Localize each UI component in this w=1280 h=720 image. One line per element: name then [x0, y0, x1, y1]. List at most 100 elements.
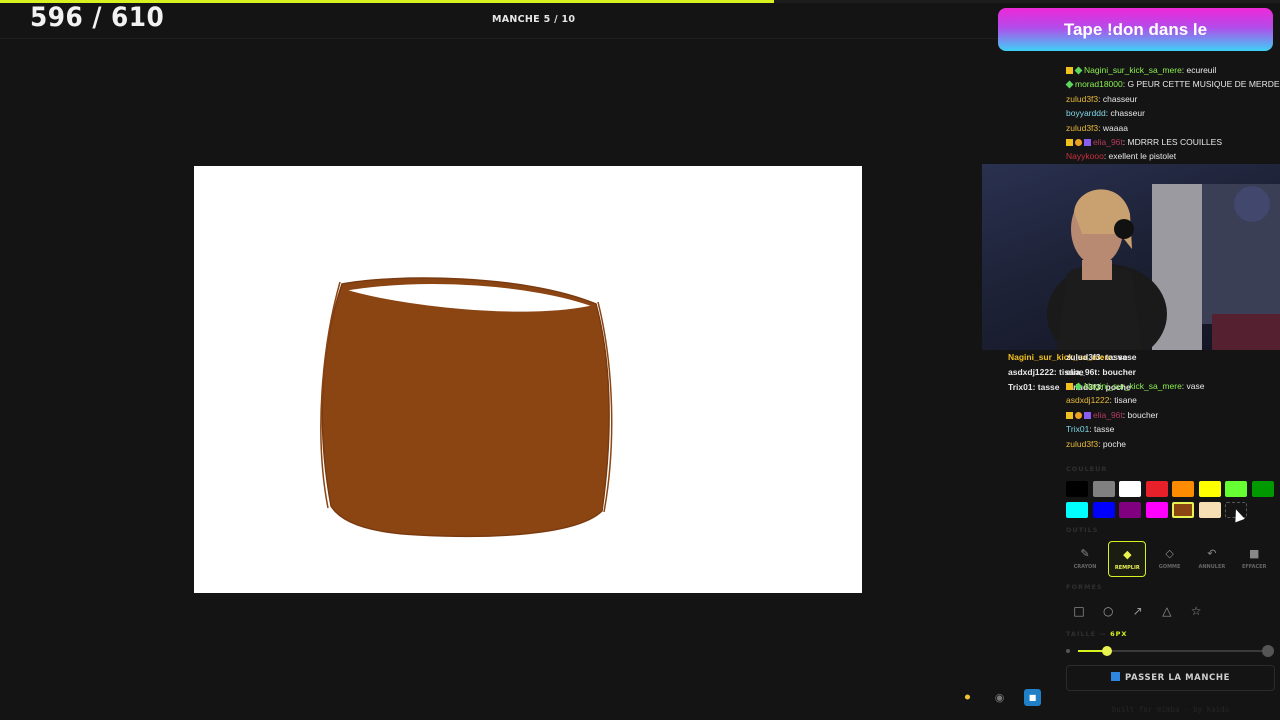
chat-text: boucher: [1127, 409, 1159, 420]
chat-message: Nagini_sur_kick_sa_mere: ecureuil: [1066, 63, 1280, 77]
cube-badge-icon: [1084, 411, 1091, 419]
stream-icon[interactable]: ■: [1024, 689, 1041, 706]
chat-text: poche: [1102, 438, 1127, 449]
size-slider[interactable]: [1066, 642, 1275, 660]
color-swatch[interactable]: [1198, 481, 1221, 497]
chat-text: ecureuil: [1186, 65, 1217, 75]
size-slider-thumb[interactable]: [1102, 646, 1113, 656]
chat-username: zulud3f3: [1066, 438, 1099, 449]
drawing-canvas[interactable]: [194, 166, 862, 593]
chat-text: tisane: [1114, 395, 1137, 406]
chat-message: elia_96t: MDRRR LES COUILLES: [1066, 135, 1280, 149]
score-counter: 596 / 610: [30, 2, 165, 33]
chat-message: asdxdj1222: tisane: [1066, 395, 1137, 406]
color-swatch[interactable]: [1066, 481, 1088, 497]
chat-message: elia_96t: boucher: [1066, 408, 1280, 422]
tool-eraser-button[interactable]: ◇ GOMME: [1151, 541, 1189, 577]
pass-round-icon: [1110, 672, 1120, 681]
tool-label: REMPLIR: [1114, 565, 1140, 571]
donation-banner-text: Tape !don dans le: [1063, 19, 1208, 39]
color-swatch[interactable]: [1145, 481, 1168, 497]
chat-text: tasse: [1094, 424, 1115, 435]
size-slider-min-dot: [1066, 649, 1070, 653]
arrow-shape-icon[interactable]: ↗: [1129, 602, 1147, 620]
chat-username: Nagini_sur_kick_sa_mere: [1084, 65, 1182, 75]
chat-username: elia_96t: [1093, 137, 1123, 148]
color-swatch[interactable]: [1092, 481, 1115, 497]
tool-pencil-button[interactable]: ✎ CRAYON: [1066, 541, 1104, 577]
crown-badge-icon: [1066, 383, 1073, 390]
size-value: 6PX: [1110, 630, 1128, 638]
overlay-chat-message: elia_96t: boucher: [1066, 365, 1136, 380]
ellipse-shape-icon[interactable]: ○: [1099, 602, 1117, 620]
color-swatch[interactable]: [1172, 481, 1194, 497]
star-shape-icon[interactable]: ☆: [1187, 602, 1205, 620]
chat-username: Nagini_sur_kick_sa_mere: [1084, 381, 1182, 391]
overlay-chat-username: asdxdj1222: [1008, 367, 1054, 377]
overlay-chat-text: : boucher: [1097, 367, 1136, 377]
chat-line-cut: [1066, 56, 1280, 63]
cube-badge-icon: [1084, 139, 1091, 147]
overlay-chat-username: elia_96t: [1066, 367, 1098, 377]
chat-username: elia_96t: [1093, 409, 1123, 420]
chat-text: exellent le pistolet: [1108, 151, 1177, 162]
tool-clear-button[interactable]: ■ EFFACER: [1235, 541, 1273, 577]
overlay-chat-username: zulud3f3: [1066, 352, 1101, 362]
chat-text: G PEUR CETTE MUSIQUE DE MERDE: [1127, 79, 1280, 90]
tool-undo-button[interactable]: ↶ ANNULER: [1193, 541, 1231, 577]
pass-round-button[interactable]: PASSER LA MANCHE: [1066, 665, 1275, 691]
bits-badge-icon: [1075, 411, 1082, 419]
streamer-webcam: [982, 164, 1280, 350]
color-swatch[interactable]: [1119, 481, 1141, 497]
color-swatch[interactable]: [1251, 481, 1274, 497]
diamond-badge-icon: [1074, 66, 1083, 75]
chat-username: Nayykooo: [1066, 151, 1104, 162]
pencil-icon: ✎: [1080, 547, 1090, 560]
hint-bulb-icon[interactable]: ⚫: [959, 689, 976, 706]
chat-username: zulud3f3: [1066, 122, 1099, 133]
overlay-chat-message: Trix01: tasse: [1008, 380, 1060, 395]
chat-panel-top: Nagini_sur_kick_sa_mere: ecureuil morad18…: [1065, 56, 1280, 164]
chat-text: MDRRR LES COUILLES: [1127, 137, 1222, 148]
size-label-text: TAILLE: [1066, 630, 1097, 638]
chat-panel-lower: Nagini_sur_kick_sa_mere: vase asdxdj1222:…: [1066, 379, 1280, 451]
color-swatch[interactable]: [1066, 502, 1088, 518]
tool-label: EFFACER: [1241, 564, 1267, 570]
chat-username: Trix01: [1066, 424, 1090, 435]
header-divider: [0, 38, 1060, 39]
chat-message: Nayykooo: exellent le pistolet: [1066, 151, 1177, 162]
crown-badge-icon: [1066, 139, 1073, 147]
drawing: [320, 277, 613, 538]
chat-text: chasseur: [1102, 93, 1138, 104]
overlay-chat-message: zulud3f3: tasse: [1066, 350, 1127, 365]
undo-icon: ↶: [1207, 547, 1217, 560]
chat-message: Nagini_sur_kick_sa_mere: vase: [1066, 379, 1280, 393]
diamond-badge-icon: [1065, 80, 1074, 89]
tool-label: GOMME: [1158, 564, 1181, 570]
tool-label: CRAYON: [1073, 564, 1097, 570]
pot-body: [321, 277, 610, 538]
tool-label: ANNULER: [1198, 564, 1226, 570]
triangle-shape-icon[interactable]: △: [1158, 602, 1176, 620]
bits-badge-icon: [1075, 139, 1082, 147]
chat-text: vase: [1186, 381, 1205, 391]
color-swatch[interactable]: [1092, 502, 1115, 518]
tool-fill-button[interactable]: ◆ REMPLIR: [1108, 541, 1147, 577]
color-swatch[interactable]: [1119, 502, 1141, 518]
chat-message: morad18000: G PEUR CETTE MUSIQUE DE MERD…: [1065, 77, 1280, 91]
color-swatch[interactable]: [1172, 502, 1194, 518]
chat-username: morad18000: [1075, 79, 1123, 90]
chat-message: zulud3f3: waaaa: [1066, 122, 1128, 133]
footer-credit: built for mimba - by kaido: [1111, 705, 1230, 714]
trash-icon: ■: [1248, 547, 1260, 560]
overlay-chat-text: : tasse: [1032, 382, 1060, 392]
chat-username: zulud3f3: [1066, 93, 1099, 104]
rectangle-shape-icon[interactable]: □: [1070, 602, 1088, 620]
chat-message: zulud3f3: chasseur: [1066, 93, 1138, 104]
crown-badge-icon: [1066, 411, 1073, 419]
color-swatch[interactable]: [1198, 502, 1221, 518]
palette-label: COULEUR: [1066, 465, 1108, 473]
color-swatch[interactable]: [1225, 481, 1247, 497]
eye-icon[interactable]: ◉: [991, 689, 1008, 706]
color-swatch[interactable]: [1145, 502, 1168, 518]
